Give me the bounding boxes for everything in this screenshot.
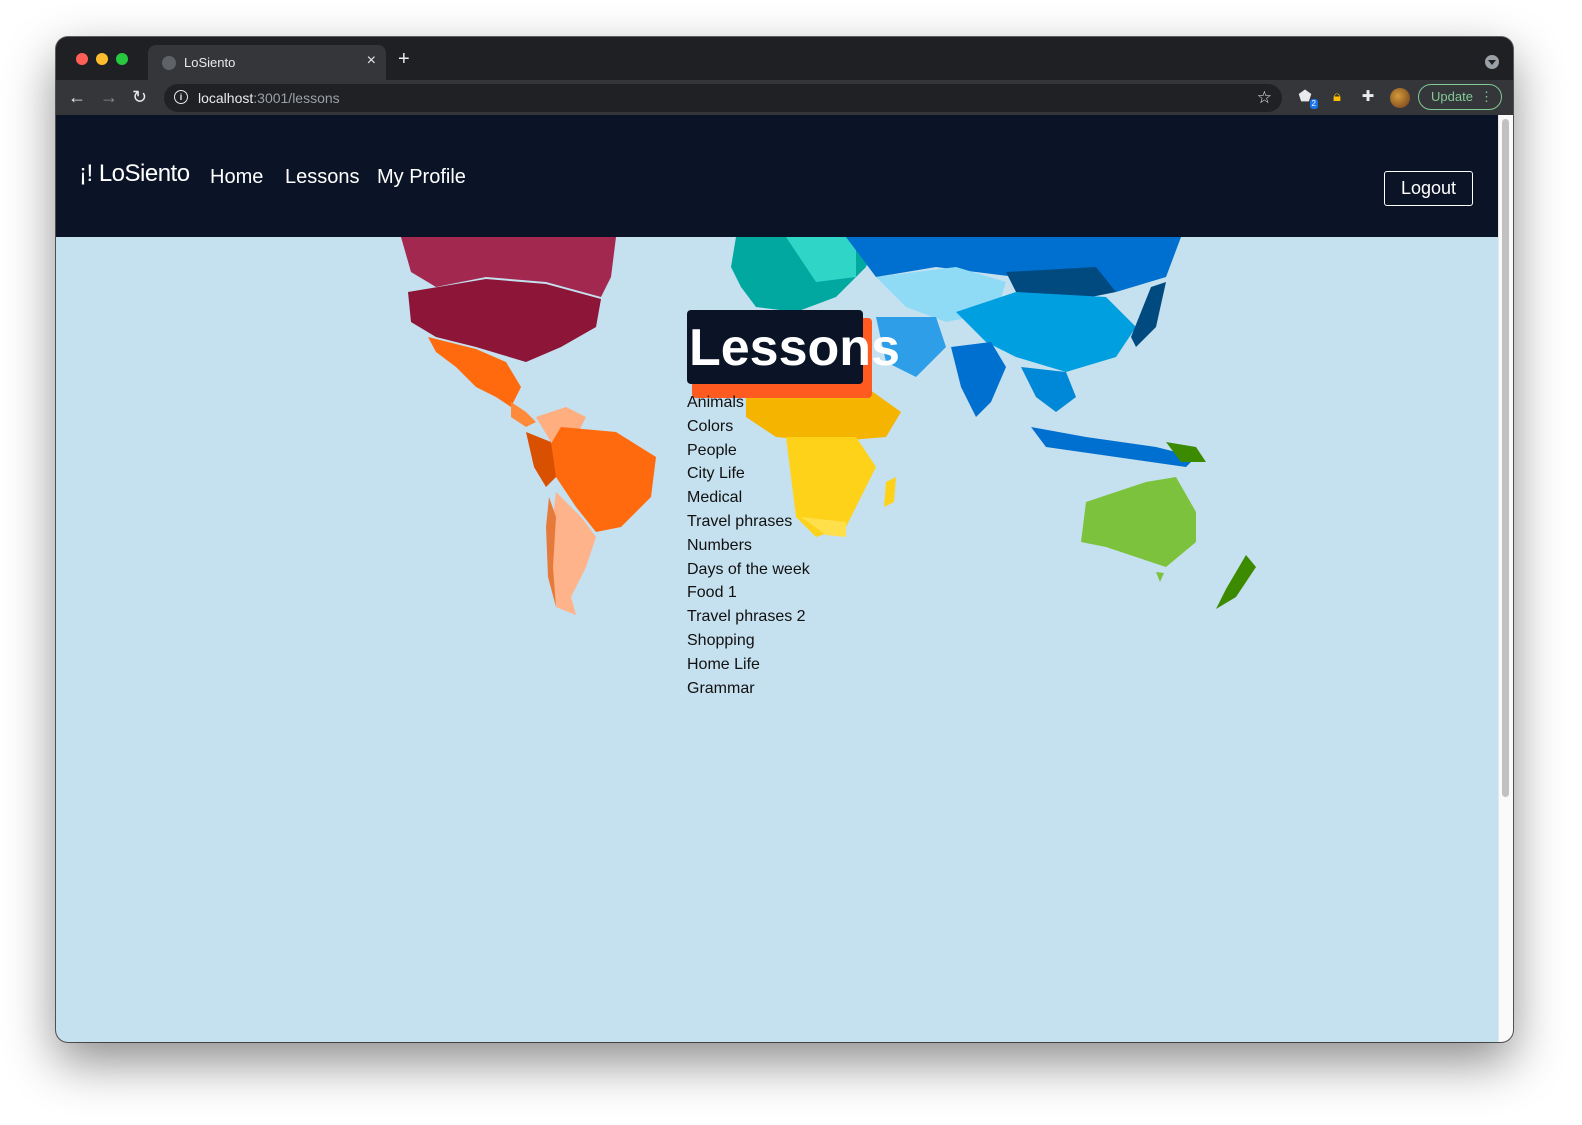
new-tab-button[interactable]: + (398, 49, 410, 69)
url-path: :3001/lessons (253, 90, 340, 106)
address-bar[interactable]: i localhost:3001/lessons ☆ (164, 84, 1282, 112)
map-japan (1131, 282, 1166, 347)
lesson-link-travel-phrases-2[interactable]: Travel phrases 2 (687, 605, 810, 629)
browser-window: LoSiento × + ← → ↻ i localhost:3001/less… (56, 37, 1513, 1042)
more-menu-icon[interactable]: ⋮ (1480, 85, 1493, 109)
map-tasmania (1156, 572, 1164, 582)
extension-badge: 2 (1309, 99, 1318, 109)
scrollbar-thumb[interactable] (1502, 119, 1509, 797)
map-india (951, 342, 1006, 417)
lesson-link-travel-phrases[interactable]: Travel phrases (687, 510, 810, 534)
app-navbar: ¡! LoSiento Home Lessons My Profile Logo… (56, 115, 1498, 237)
close-window-button[interactable] (76, 53, 88, 65)
lesson-link-shopping[interactable]: Shopping (687, 629, 810, 653)
page-title: Lessons (687, 310, 900, 384)
lesson-link-colors[interactable]: Colors (687, 415, 810, 439)
lesson-link-animals[interactable]: Animals (687, 391, 810, 415)
lesson-link-medical[interactable]: Medical (687, 486, 810, 510)
update-label: Update (1431, 89, 1473, 104)
map-madagascar (884, 477, 896, 507)
lesson-link-city-life[interactable]: City Life (687, 462, 810, 486)
tab-search-icon[interactable] (1485, 55, 1499, 69)
maximize-window-button[interactable] (116, 53, 128, 65)
extension-icon[interactable]: ⬟ 2 (1296, 88, 1318, 109)
map-central-america (511, 402, 536, 427)
tab-strip: LoSiento × + (56, 37, 1513, 80)
lesson-link-grammar[interactable]: Grammar (687, 677, 810, 701)
back-button[interactable]: ← (68, 86, 86, 108)
map-australia (1081, 477, 1196, 567)
nav-link-my-profile[interactable]: My Profile (377, 166, 466, 189)
minimize-window-button[interactable] (96, 53, 108, 65)
tab-losiento[interactable]: LoSiento × (148, 45, 386, 80)
page-viewport: ¡! LoSiento Home Lessons My Profile Logo… (56, 115, 1498, 1042)
puzzle-icon[interactable]: ✚ (1359, 88, 1377, 106)
nav-link-home[interactable]: Home (210, 166, 263, 189)
lesson-link-days-of-the-week[interactable]: Days of the week (687, 558, 810, 582)
lesson-link-people[interactable]: People (687, 439, 810, 463)
nav-link-lessons[interactable]: Lessons (285, 166, 360, 189)
globe-icon (162, 56, 176, 70)
lessons-heading-wrap: Lessons (687, 310, 900, 398)
lesson-link-food-1[interactable]: Food 1 (687, 581, 810, 605)
url-host: localhost (198, 90, 254, 106)
update-button[interactable]: Update ⋮ (1418, 84, 1502, 110)
info-icon[interactable]: i (174, 90, 188, 104)
url-text: localhost:3001/lessons (198, 90, 340, 106)
browser-toolbar: ← → ↻ i localhost:3001/lessons ☆ ⬟ 2 🔒︎ ✚… (56, 80, 1513, 115)
logout-button[interactable]: Logout (1384, 171, 1473, 206)
page-scrollbar[interactable] (1498, 115, 1513, 1042)
brand-logo[interactable]: ¡! LoSiento (79, 160, 190, 188)
lock-extension-icon[interactable]: 🔒︎ (1328, 88, 1346, 106)
profile-avatar[interactable] (1390, 88, 1410, 108)
forward-button[interactable]: → (100, 86, 118, 108)
tab-title: LoSiento (184, 55, 236, 70)
close-tab-icon[interactable]: × (367, 53, 376, 69)
lesson-link-home-life[interactable]: Home Life (687, 653, 810, 677)
bookmark-star-icon[interactable]: ☆ (1257, 88, 1272, 108)
map-southeast-asia (1021, 367, 1076, 412)
lesson-link-numbers[interactable]: Numbers (687, 534, 810, 558)
lesson-list: Animals Colors People City Life Medical … (687, 391, 810, 700)
reload-button[interactable]: ↻ (132, 86, 147, 108)
map-new-zealand (1216, 555, 1256, 609)
